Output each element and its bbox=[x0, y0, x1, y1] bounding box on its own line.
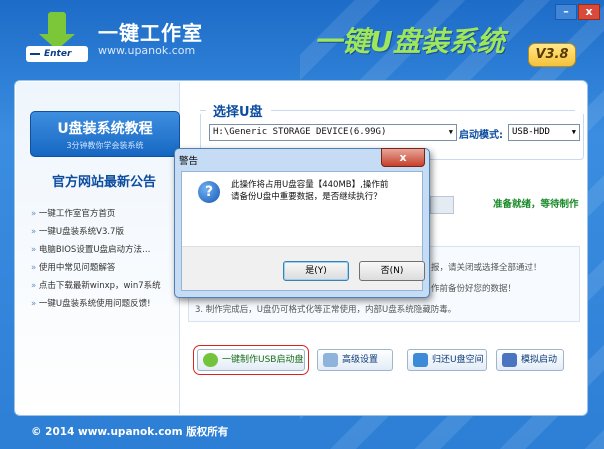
news-item[interactable]: 点击下载最新winxp，win7系统 bbox=[31, 277, 161, 295]
dialog-close-button[interactable]: x bbox=[381, 148, 425, 167]
settings-icon bbox=[323, 353, 338, 367]
no-button[interactable]: 否(N) bbox=[359, 261, 425, 281]
note-line: 3. 制作完成后，U盘仍可格式化等正常使用，内部U盘系统隐藏防毒。 bbox=[195, 305, 457, 315]
close-button[interactable]: x bbox=[578, 4, 600, 20]
advanced-settings-label: 高级设置 bbox=[342, 355, 379, 365]
yes-button[interactable]: 是(Y) bbox=[283, 261, 349, 281]
boot-mode-label: 启动模式: bbox=[459, 130, 503, 141]
status-text: 准备就绪，等待制作 bbox=[493, 199, 579, 210]
restore-usb-space-label: 归还U盘空间 bbox=[432, 355, 484, 365]
enter-key-logo: Enter bbox=[26, 46, 88, 62]
chevron-down-icon: ▼ bbox=[571, 128, 576, 136]
note-line: 报，请关闭或选择全部通过！ bbox=[431, 263, 542, 273]
dialog-title: 警告 bbox=[179, 156, 199, 167]
brand-url: www.upanok.com bbox=[98, 44, 196, 57]
app-window: Enter 一键工作室 www.upanok.com 一键U盘装系统 V3.8 … bbox=[0, 0, 604, 449]
copyright-text: © 2014 www.upanok.com 版权所有 bbox=[31, 426, 229, 438]
down-arrow-icon bbox=[39, 12, 75, 50]
simulate-boot-button[interactable]: 模拟启动 bbox=[496, 349, 564, 371]
news-item[interactable]: 使用中常见问题解答 bbox=[31, 259, 161, 277]
restore-usb-space-button[interactable]: 归还U盘空间 bbox=[407, 349, 487, 371]
logo: Enter bbox=[26, 12, 88, 62]
drive-select[interactable]: H:\Generic STORAGE DEVICE(6.99G) ▼ bbox=[209, 124, 457, 141]
news-heading: 官方网站最新公告 bbox=[52, 175, 157, 190]
question-icon: ? bbox=[198, 181, 220, 203]
make-usb-boot-button[interactable]: 一键制作USB启动盘 bbox=[193, 345, 309, 375]
divider bbox=[271, 110, 575, 111]
advanced-settings-button[interactable]: 高级设置 bbox=[317, 349, 393, 371]
boot-mode-select[interactable]: USB-HDD ▼ bbox=[508, 124, 580, 141]
news-item[interactable]: 一键工作室官方首页 bbox=[31, 205, 161, 223]
dialog-message-line: 请备份U盘中重要数据，是否继续执行？ bbox=[231, 192, 382, 202]
tutorial-button[interactable]: U盘装系统教程 3分钟教你学会装系统 bbox=[30, 111, 180, 157]
note-line: 作前备份好您的数据！ bbox=[431, 284, 517, 294]
dialog-message-line: 此操作将占用U盘容量【440MB】,操作前 bbox=[231, 180, 389, 190]
minimize-button[interactable]: – bbox=[555, 4, 577, 20]
app-title: 一键U盘装系统 bbox=[314, 25, 505, 58]
disc-icon bbox=[203, 353, 218, 367]
progress-bar bbox=[430, 196, 454, 214]
simulate-boot-label: 模拟启动 bbox=[521, 355, 558, 365]
chevron-down-icon: ▼ bbox=[448, 128, 453, 136]
news-list: 一键工作室官方首页 一键U盘装系统V3.7版 电脑BIOS设置U盘启动方法… 使… bbox=[31, 205, 161, 313]
boot-mode-value: USB-HDD bbox=[512, 127, 550, 137]
tutorial-title: U盘装系统教程 bbox=[57, 121, 153, 137]
news-item[interactable]: 电脑BIOS设置U盘启动方法… bbox=[31, 241, 161, 259]
divider bbox=[200, 110, 206, 111]
news-item[interactable]: 一键U盘装系统使用问题反馈! bbox=[31, 295, 161, 313]
drive-value: H:\Generic STORAGE DEVICE(6.99G) bbox=[213, 127, 387, 137]
warning-dialog: 警告 x ? 此操作将占用U盘容量【440MB】,操作前 请备份U盘中重要数据，… bbox=[174, 148, 430, 298]
monitor-icon bbox=[502, 353, 517, 367]
drive-icon bbox=[413, 353, 428, 367]
brand-name: 一键工作室 bbox=[98, 21, 203, 45]
news-item[interactable]: 一键U盘装系统V3.7版 bbox=[31, 223, 161, 241]
dialog-message: 此操作将占用U盘容量【440MB】,操作前 请备份U盘中重要数据，是否继续执行？ bbox=[231, 179, 388, 203]
version-badge: V3.8 bbox=[528, 43, 576, 67]
tutorial-subtitle: 3分钟教你学会装系统 bbox=[66, 141, 144, 150]
make-usb-boot-label: 一键制作USB启动盘 bbox=[222, 355, 304, 365]
